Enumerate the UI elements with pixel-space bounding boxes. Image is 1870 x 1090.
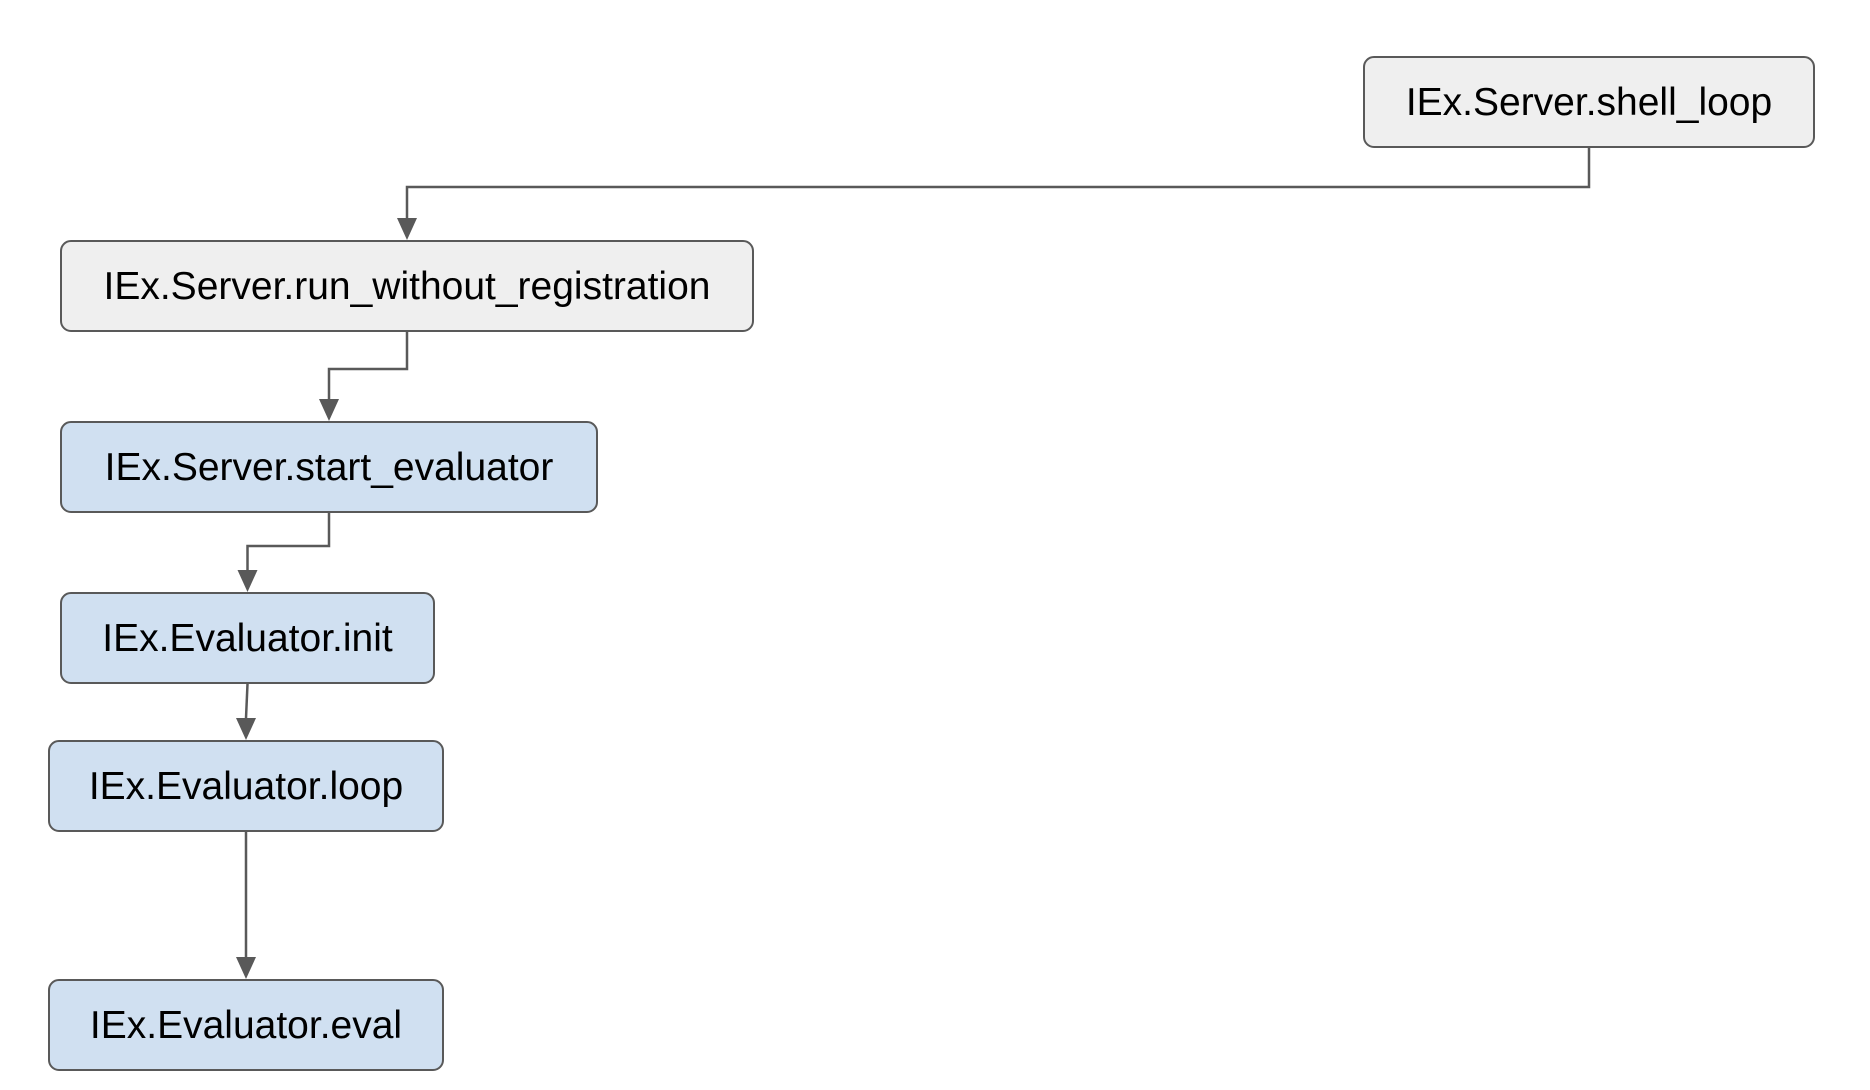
- node-shell-loop: IEx.Server.shell_loop: [1363, 56, 1815, 148]
- edge-shell_loop-to-run_without_registration: [405, 148, 1591, 218]
- node-start-evaluator: IEx.Server.start_evaluator: [60, 421, 598, 513]
- arrowhead-icon: [237, 570, 258, 592]
- edge-start_evaluator-to-evaluator_init: [246, 513, 331, 570]
- node-run-without-registration: IEx.Server.run_without_registration: [60, 240, 754, 332]
- edge-layer: [236, 148, 1591, 979]
- arrowhead-icon: [397, 218, 417, 240]
- node-evaluator-loop: IEx.Evaluator.loop: [48, 740, 444, 832]
- node-evaluator-eval: IEx.Evaluator.eval: [48, 979, 444, 1071]
- edge-run_without_registration-to-start_evaluator: [327, 332, 409, 399]
- arrowhead-icon: [236, 718, 256, 740]
- call-flow-diagram: IEx.Server.shell_loop IEx.Server.run_wit…: [0, 0, 1870, 1090]
- arrowhead-icon: [319, 399, 339, 421]
- arrowhead-icon: [236, 957, 256, 979]
- edge-evaluator_init-to-evaluator_loop: [244, 683, 249, 719]
- node-evaluator-init: IEx.Evaluator.init: [60, 592, 435, 684]
